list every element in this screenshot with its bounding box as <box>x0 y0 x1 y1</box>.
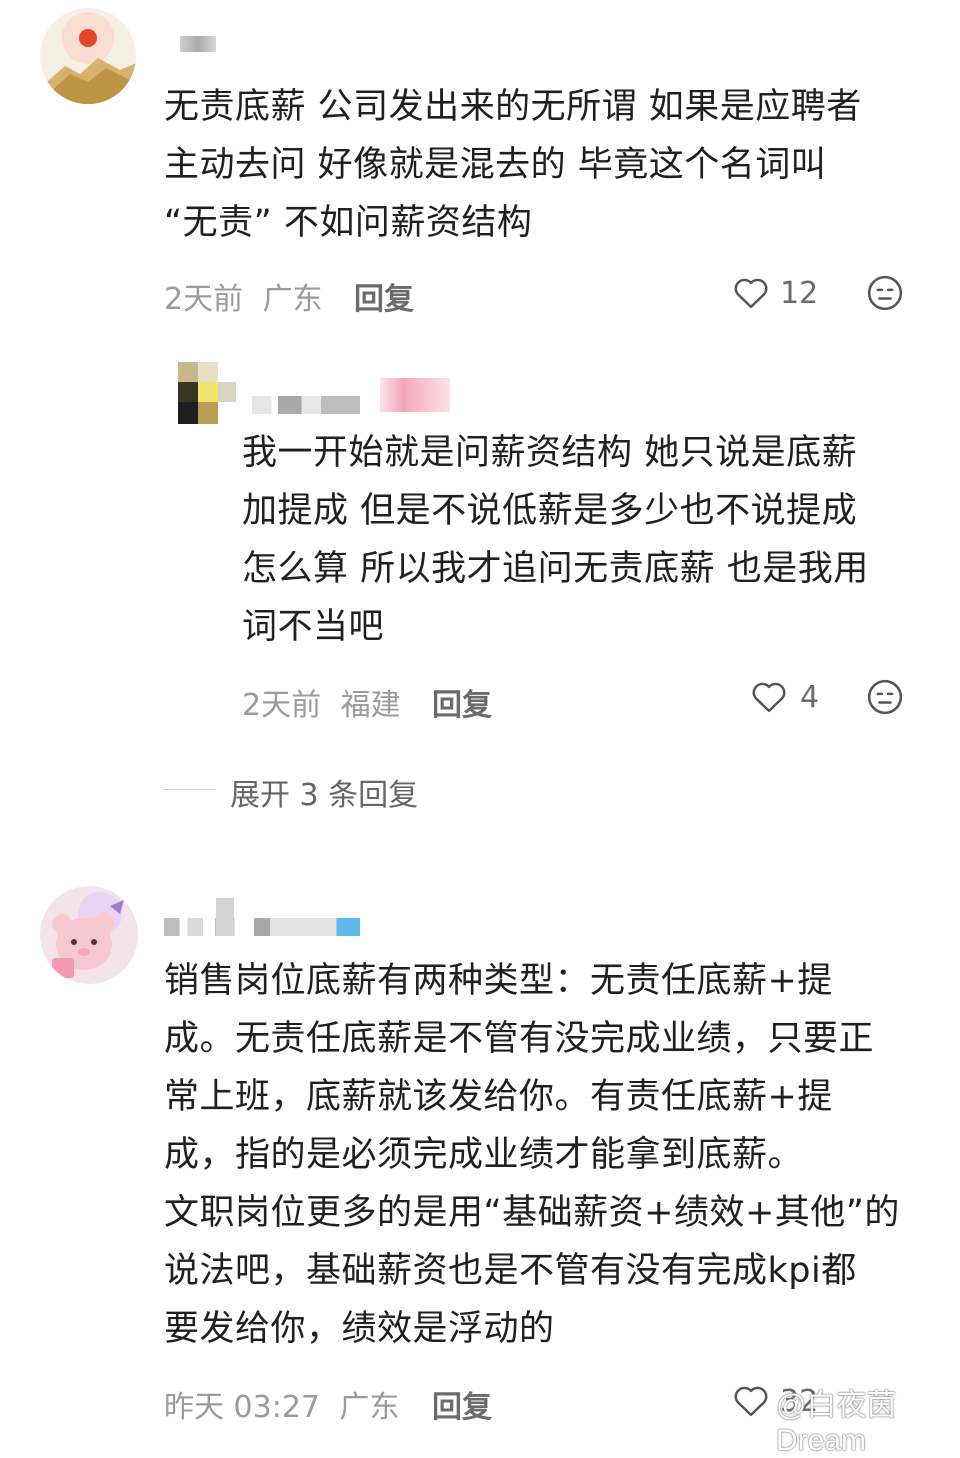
avatar[interactable] <box>178 362 236 424</box>
neutral-face-icon <box>867 679 903 715</box>
reply-button[interactable]: 回复 <box>432 1382 492 1426</box>
reply-button[interactable]: 回复 <box>354 274 414 318</box>
comment-location: 福建 <box>340 688 401 723</box>
like-count: 12 <box>780 276 819 311</box>
reply-button[interactable]: 回复 <box>432 680 492 724</box>
username-redacted <box>164 918 360 936</box>
dislike-button[interactable] <box>866 274 904 316</box>
sunset-mountain-avatar-icon <box>40 8 136 104</box>
comment-time: 2天前 <box>242 688 322 723</box>
heart-icon <box>734 1386 768 1417</box>
avatar[interactable] <box>40 886 138 984</box>
heart-icon <box>752 682 786 713</box>
comment-meta: 2天前 广东 <box>164 274 323 318</box>
username-redacted <box>216 898 234 936</box>
expand-divider <box>164 789 216 790</box>
comment-text: 销售岗位底薪有两种类型：无责任底薪+提 成。无责任底薪是不管有没完成业绩，只要正… <box>164 961 900 1349</box>
badge-redacted <box>380 378 450 412</box>
comment-time: 昨天 03:27 <box>164 1390 320 1425</box>
pixelated-avatar-icon <box>178 362 236 424</box>
comment-time: 2天前 <box>164 282 244 317</box>
like-button[interactable] <box>732 276 770 314</box>
neutral-face-icon <box>867 275 903 311</box>
username-redacted <box>252 396 360 414</box>
comment-text: 无责底薪 公司发出来的无所谓 如果是应聘者 主动去问 好像就是混去的 毕竟这个名… <box>164 87 862 243</box>
like-count: 4 <box>800 680 820 715</box>
comment-meta: 2天前 福建 <box>242 680 401 724</box>
comment-meta: 昨天 03:27 广东 <box>164 1382 400 1426</box>
like-button[interactable] <box>750 680 788 718</box>
heart-icon <box>734 278 768 309</box>
plush-bear-avatar-icon <box>40 886 138 984</box>
comment-text: 我一开始就是问薪资结构 她只说是底薪 加提成 但是不说低薪是多少也不说提成 怎么… <box>242 433 869 647</box>
like-button[interactable] <box>732 1384 770 1422</box>
dislike-button[interactable] <box>866 678 904 720</box>
expand-replies-button[interactable]: 展开 3 条回复 <box>230 770 418 814</box>
avatar[interactable] <box>40 8 136 104</box>
watermark-text: @白夜茵Dream <box>776 1389 897 1457</box>
watermark: @白夜茵Dream <box>776 1380 960 1458</box>
comment-location: 广东 <box>339 1390 400 1425</box>
comment-location: 广东 <box>262 282 323 317</box>
username-redacted <box>180 36 216 52</box>
